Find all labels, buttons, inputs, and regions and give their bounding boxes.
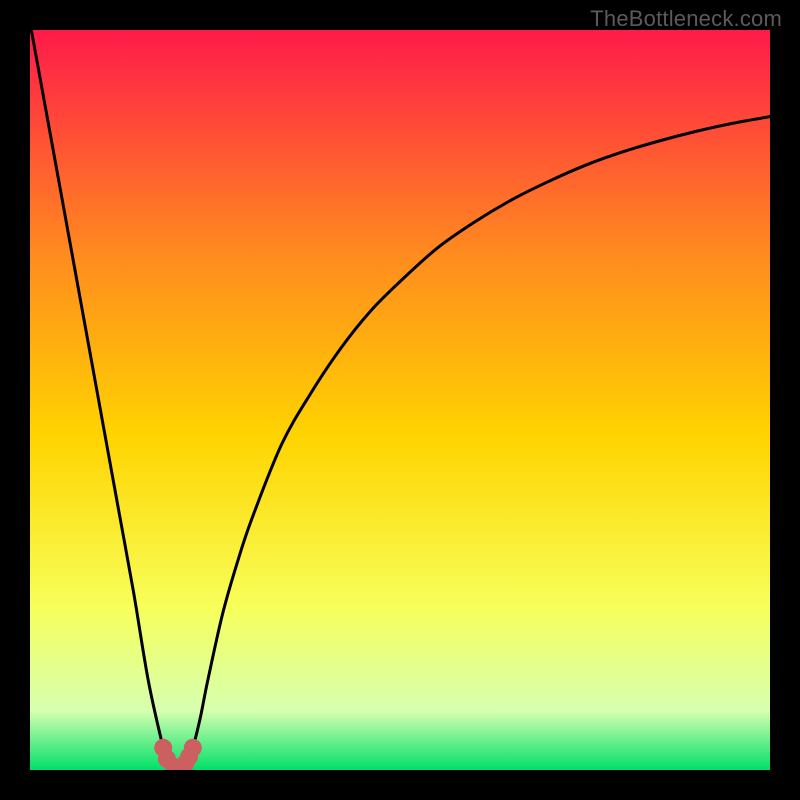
bottleneck-chart: [0, 0, 800, 800]
watermark-label: TheBottleneck.com: [590, 6, 782, 32]
dip-marker: [184, 739, 202, 757]
chart-container: TheBottleneck.com: [0, 0, 800, 800]
